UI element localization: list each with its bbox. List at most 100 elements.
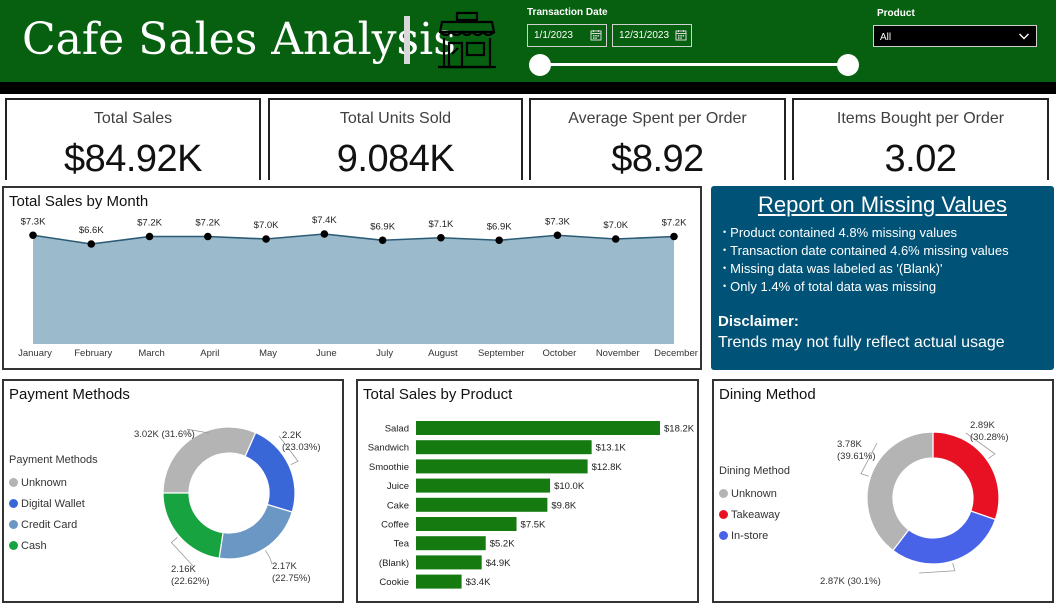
area-fill [33, 234, 674, 344]
leader-line [918, 562, 956, 574]
y-tick-label: Cookie [379, 577, 409, 588]
bar [416, 459, 588, 474]
data-point [262, 235, 270, 243]
x-tick-label: June [316, 348, 337, 359]
kpi-label: Total Units Sold [339, 110, 452, 127]
kpi-card-items-per-order: Items Bought per Order 3.02 [792, 98, 1049, 180]
donut-slice [218, 503, 293, 560]
bar [416, 517, 517, 531]
data-point [437, 233, 445, 242]
y-tick-label: Tea [394, 539, 410, 550]
data-point [145, 232, 154, 241]
disclaimer-text: Trends may not fully reflect actual usag… [718, 334, 1005, 351]
slice-label: 2.2K (23.03%) [282, 430, 321, 453]
bar [416, 555, 482, 570]
bar [416, 421, 660, 435]
bar [416, 478, 551, 493]
chevron-down-icon[interactable] [1018, 30, 1030, 42]
data-label: $4.9K [486, 558, 511, 569]
kpi-label: Items Bought per Order [836, 110, 1005, 127]
date-range-slider-track[interactable] [540, 63, 848, 66]
end-date-input[interactable]: 12/31/2023 [612, 24, 692, 47]
data-label: $6.9K [487, 221, 512, 232]
product-dropdown-value: All [880, 32, 892, 43]
data-label: $13.1K [596, 443, 627, 454]
kpi-value: 3.02 [884, 138, 957, 180]
y-tick-label: Smoothie [369, 462, 409, 473]
x-tick-label: September [478, 348, 524, 359]
y-tick-label: (Blank) [379, 558, 409, 569]
data-label: $7.3K [21, 216, 46, 227]
y-tick-label: Juice [387, 481, 409, 492]
kpi-card-total-units: Total Units Sold 9.084K [268, 98, 523, 180]
kpi-value: $84.92K [63, 138, 203, 180]
data-label: $7.0K [603, 220, 628, 231]
data-label: $9.8K [551, 500, 576, 511]
payment-methods-donut: 3.02K (31.6%) 2.2K (23.03%) 2.17K (22.75%) 2.… [134, 426, 321, 587]
end-date-value: 12/31/2023 [619, 30, 670, 41]
slice-label: 3.78K (39.61%) [837, 439, 876, 462]
data-label: $18.2K [664, 424, 695, 435]
donut-slice [932, 431, 1000, 521]
header: Cafe Sales Analysis Transaction Date 1/1… [0, 0, 1056, 82]
data-label: $7.2K [662, 218, 687, 229]
data-point [29, 231, 37, 240]
bar [416, 574, 462, 589]
x-tick-label: July [376, 348, 393, 359]
x-tick-label: August [428, 348, 458, 359]
data-label: $10.0K [554, 481, 585, 492]
product-sales-panel: Total Sales by Product Salad $18.2K Sandwi… [356, 379, 699, 603]
product-filter-label: Product [877, 8, 915, 19]
donut-slice [162, 492, 224, 559]
data-label: $7.1K [428, 219, 453, 230]
data-point [204, 232, 212, 241]
slice-label: 2.16K (22.62%) [171, 564, 210, 587]
product-dropdown[interactable]: All [873, 25, 1037, 47]
disclaimer-title: Disclaimer: [718, 313, 799, 330]
leader-line [265, 550, 273, 565]
slice-label: 2.17K (22.75%) [272, 561, 311, 584]
x-tick-label: February [74, 348, 112, 359]
monthly-sales-panel: Total Sales by Month $7.3K January $6.6K Fe… [2, 186, 702, 370]
y-tick-label: Cake [387, 500, 409, 511]
data-point [670, 232, 678, 241]
data-label: $6.9K [370, 221, 395, 232]
date-range-end-handle[interactable] [837, 54, 859, 76]
report-item: Transaction date contained 4.6% missing … [723, 243, 1008, 261]
date-range-start-handle[interactable] [529, 54, 551, 76]
payment-methods-panel: Payment Methods Payment Methods Unknown … [2, 379, 344, 603]
bar [416, 497, 548, 512]
y-tick-label: Salad [385, 424, 409, 435]
report-item: Only 1.4% of total data was missing [723, 279, 1009, 297]
x-tick-label: November [596, 348, 640, 359]
data-label: $7.2K [195, 218, 220, 229]
start-date-input[interactable]: 1/1/2023 [527, 24, 607, 47]
data-label: $7.3K [545, 216, 570, 227]
cafe-storefront-icon [438, 11, 496, 69]
monthly-sales-chart: $7.3K January $6.6K February $7.2K March $7.2K… [18, 215, 698, 359]
product-sales-chart: Salad $18.2K Sandwich $13.1K Smoothie $12.8K J… [368, 421, 695, 589]
slice-label: 2.89K (30.28%) [970, 420, 1009, 443]
data-point [320, 230, 329, 238]
data-point [87, 240, 96, 248]
report-item: Missing data was labeled as '(Blank)' [723, 261, 1009, 279]
dining-method-donut: 2.89K (30.28%) 2.87K (30.1%) 3.78K (39.61%) [820, 420, 1009, 587]
data-point [495, 236, 503, 245]
date-filter-label: Transaction Date [527, 7, 608, 18]
title-divider [404, 16, 410, 64]
kpi-value: 9.084K [336, 138, 455, 180]
calendar-icon[interactable] [590, 29, 602, 41]
missing-values-report: Report on Missing Values Product contain… [711, 186, 1054, 370]
dining-method-panel: Dining Method Dining Method Unknown Take… [712, 379, 1054, 603]
data-point [611, 235, 620, 243]
slice-label: 3.02K (31.6%) [134, 429, 195, 440]
kpi-card-total-sales: Total Sales $84.92K [5, 98, 261, 180]
report-list: Product contained 4.8% missing values Tr… [723, 225, 1009, 297]
dashboard-title: Cafe Sales Analysis [22, 14, 456, 65]
kpi-label: Average Spent per Order [568, 110, 747, 127]
data-label: $3.4K [466, 577, 491, 588]
report-item: Product contained 4.8% missing values [723, 225, 1009, 243]
donut-slice [866, 431, 934, 552]
calendar-icon[interactable] [675, 29, 687, 41]
x-tick-label: January [18, 348, 52, 359]
